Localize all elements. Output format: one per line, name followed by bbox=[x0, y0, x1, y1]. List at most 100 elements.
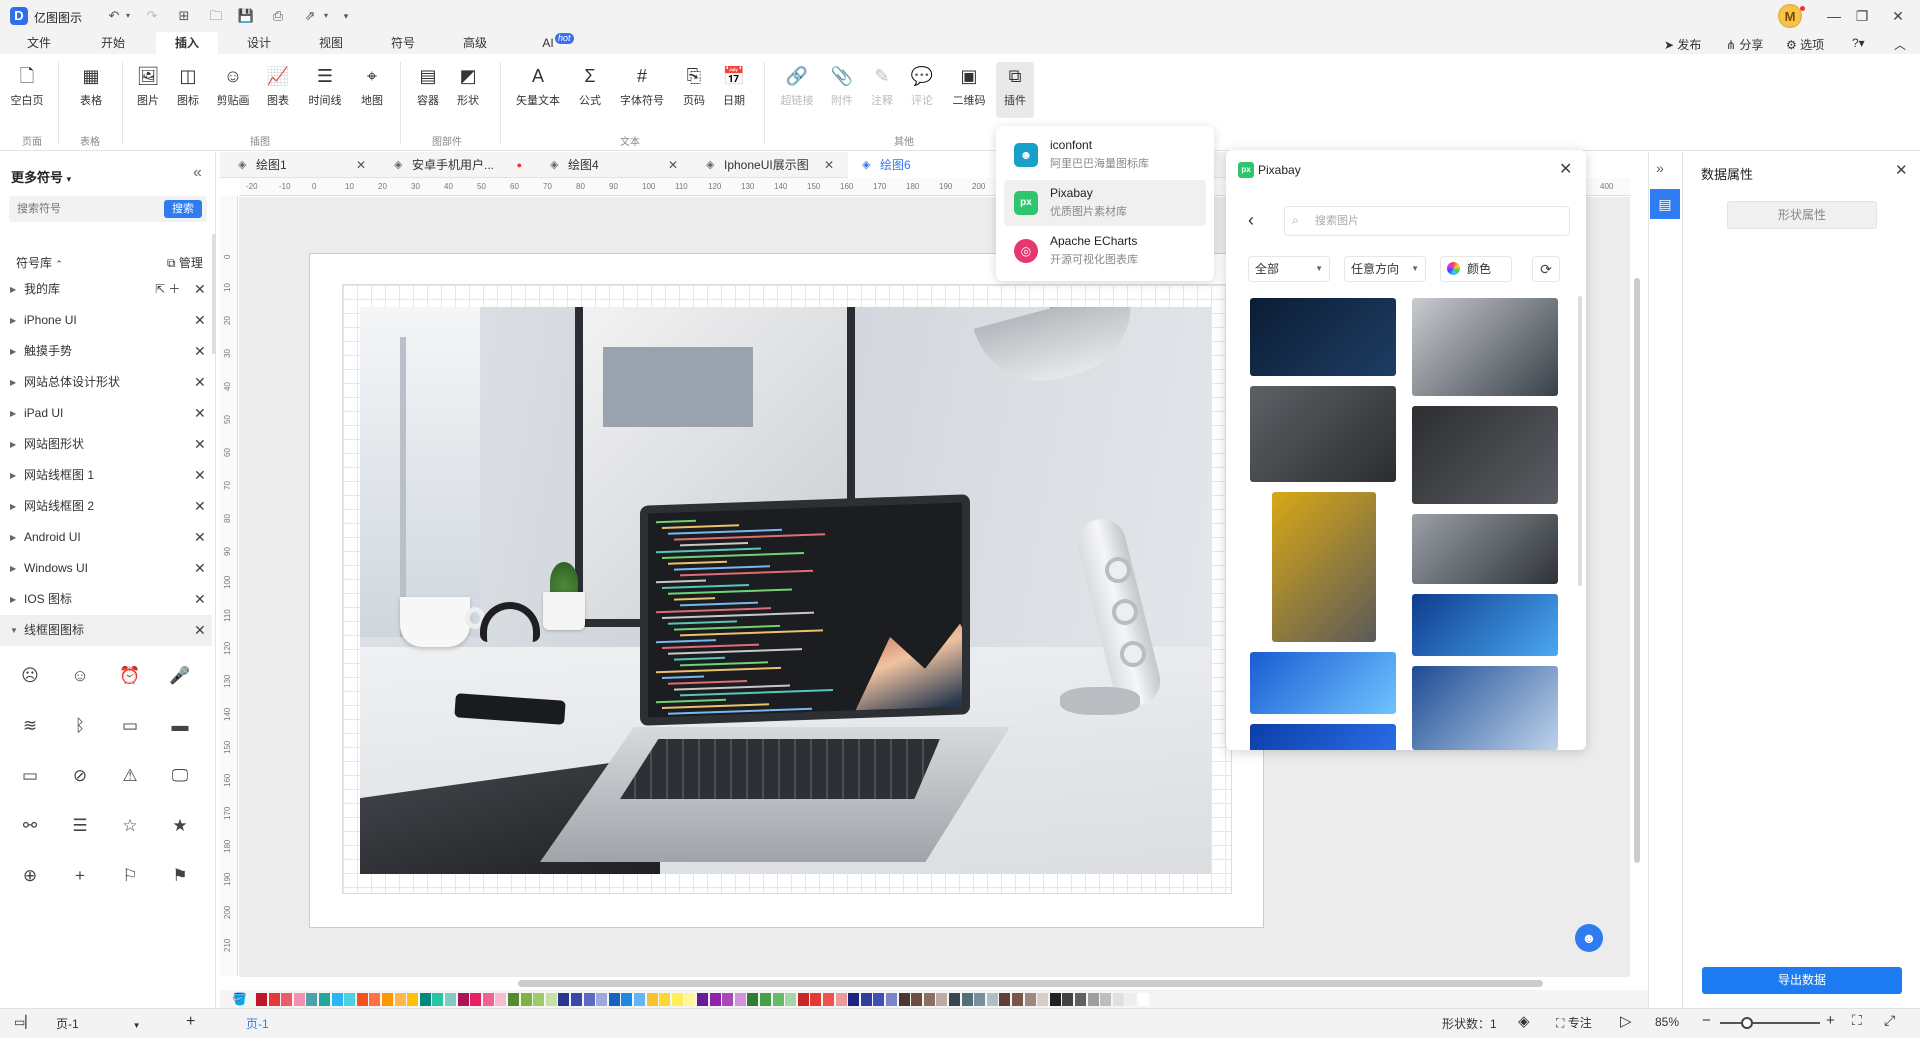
plugin-item-pixabay[interactable]: px Pixabay 优质图片素材库 bbox=[1004, 180, 1206, 226]
fit-page-icon[interactable]: ⛶ bbox=[1852, 1012, 1862, 1029]
close-icon[interactable]: ✕ bbox=[194, 584, 206, 615]
close-icon[interactable]: ✕ bbox=[194, 367, 206, 398]
color-swatch[interactable] bbox=[659, 993, 671, 1006]
library-item[interactable]: ▶ 网站线框图 1 ✕ bbox=[0, 460, 212, 491]
tab-design[interactable]: 设计 bbox=[238, 32, 280, 54]
close-icon[interactable]: ✕ bbox=[356, 152, 366, 178]
color-swatch[interactable] bbox=[583, 993, 595, 1006]
color-swatch[interactable] bbox=[1037, 993, 1049, 1006]
doc-tab[interactable]: ◈ IphoneUI展示图 ✕ bbox=[692, 152, 842, 178]
close-icon[interactable]: ✕ bbox=[194, 491, 206, 522]
close-icon[interactable]: ✕ bbox=[194, 305, 206, 336]
close-icon[interactable]: ✕ bbox=[194, 553, 206, 584]
page-layout-icon[interactable]: ▭▏ bbox=[14, 1015, 35, 1029]
color-swatch[interactable] bbox=[697, 993, 708, 1006]
ribbon-plugin-button[interactable]: ⧉ 插件 bbox=[996, 62, 1034, 118]
ribbon-formula-button[interactable]: Σ 公式 bbox=[574, 64, 606, 108]
color-swatch[interactable] bbox=[898, 993, 910, 1006]
close-icon[interactable]: ✕ bbox=[194, 522, 206, 553]
close-icon[interactable]: ✕ bbox=[194, 460, 206, 491]
star-outline-icon[interactable]: ☆ bbox=[118, 814, 142, 838]
color-swatch[interactable] bbox=[608, 993, 620, 1006]
doc-tab[interactable]: ◈ 安卓手机用户... ● bbox=[380, 152, 530, 178]
thumbnail-laptop-phone-gray[interactable] bbox=[1250, 386, 1396, 482]
play-icon[interactable]: ▷ bbox=[1620, 1012, 1632, 1030]
color-swatch[interactable] bbox=[281, 993, 293, 1006]
ribbon-map-button[interactable]: ⌖ 地图 bbox=[356, 64, 388, 108]
zoom-slider-handle[interactable] bbox=[1741, 1017, 1753, 1029]
color-swatch[interactable] bbox=[873, 993, 885, 1006]
color-swatch[interactable] bbox=[785, 993, 797, 1006]
color-swatch[interactable] bbox=[1075, 993, 1086, 1006]
color-swatch[interactable] bbox=[835, 993, 847, 1006]
color-swatch[interactable] bbox=[860, 993, 872, 1006]
ribbon-hyperlink-button[interactable]: 🔗 超链接 bbox=[776, 64, 818, 108]
color-swatch[interactable] bbox=[1100, 993, 1112, 1006]
list-icon[interactable]: ☰ bbox=[68, 814, 92, 838]
flag-filled-icon[interactable]: ⚑ bbox=[168, 864, 192, 888]
color-swatch[interactable] bbox=[268, 993, 280, 1006]
frown-icon[interactable]: ☹ bbox=[18, 664, 42, 688]
zoom-in-icon[interactable]: + bbox=[1826, 1012, 1835, 1029]
color-swatch[interactable] bbox=[1012, 993, 1023, 1006]
manage-library-button[interactable]: ⧉ 管理 bbox=[167, 254, 203, 271]
library-item[interactable]: ▶ iPad UI ✕ bbox=[0, 398, 212, 429]
color-swatch[interactable] bbox=[407, 993, 419, 1006]
flag-outline-icon[interactable]: ⚐ bbox=[118, 864, 142, 888]
thumbnail-blue-abstract[interactable] bbox=[1250, 724, 1396, 750]
doc-tab[interactable]: ◈ 绘图1 ✕ bbox=[224, 152, 374, 178]
library-item[interactable]: ▶ Windows UI ✕ bbox=[0, 553, 212, 584]
color-swatch[interactable] bbox=[760, 993, 771, 1006]
thumbnail-laptop-desk[interactable] bbox=[1412, 298, 1558, 396]
battery-full-icon[interactable]: ▬ bbox=[168, 714, 192, 738]
avatar[interactable]: M bbox=[1778, 4, 1802, 28]
color-swatch[interactable] bbox=[394, 993, 406, 1006]
color-swatch[interactable] bbox=[810, 993, 822, 1006]
add-page-icon[interactable]: + bbox=[186, 1013, 195, 1031]
ribbon-chart-button[interactable]: 📈 图表 bbox=[262, 64, 294, 108]
ribbon-vector-text-button[interactable]: A 矢量文本 bbox=[512, 64, 564, 108]
color-swatch[interactable] bbox=[734, 993, 746, 1006]
export-data-button[interactable]: 导出数据 bbox=[1702, 967, 1902, 994]
close-icon[interactable]: ✕ bbox=[194, 336, 206, 367]
pixabay-scrollbar[interactable] bbox=[1578, 296, 1582, 586]
expand-panel-icon[interactable]: » bbox=[1656, 160, 1664, 176]
open-folder-icon[interactable]: 🗀 bbox=[206, 6, 226, 26]
add-icon[interactable]: ＋ bbox=[168, 282, 180, 296]
share-button[interactable]: ⋔ 分享 bbox=[1726, 36, 1763, 53]
thumbnail-dark-cubes[interactable] bbox=[1250, 298, 1396, 376]
star-filled-icon[interactable]: ★ bbox=[168, 814, 192, 838]
color-swatch[interactable] bbox=[369, 993, 381, 1006]
color-swatch[interactable] bbox=[848, 993, 860, 1006]
color-swatch[interactable] bbox=[520, 993, 532, 1006]
warning-icon[interactable]: ⚠ bbox=[118, 764, 142, 788]
library-item[interactable]: ▶ 网站总体设计形状 ✕ bbox=[0, 367, 212, 398]
thumbnail-building-blue[interactable] bbox=[1412, 666, 1558, 750]
import-icon[interactable]: ⇱ bbox=[155, 282, 165, 296]
color-swatch[interactable] bbox=[596, 993, 608, 1006]
ribbon-attachment-button[interactable]: 📎 附件 bbox=[826, 64, 858, 108]
ribbon-page-number-button[interactable]: ⎘ 页码 bbox=[678, 64, 710, 108]
refresh-icon[interactable]: ⟳ bbox=[1532, 256, 1560, 282]
plugin-item-echarts[interactable]: ◎ Apache ECharts 开源可视化图表库 bbox=[1004, 228, 1206, 274]
color-swatch[interactable] bbox=[533, 993, 545, 1006]
color-swatch[interactable] bbox=[508, 993, 519, 1006]
ribbon-annotation-button[interactable]: ✎ 注释 bbox=[866, 64, 898, 108]
unsaved-dot-icon[interactable]: ● bbox=[517, 152, 522, 178]
ribbon-qrcode-button[interactable]: ▣ 二维码 bbox=[948, 64, 990, 108]
color-swatch[interactable] bbox=[1087, 993, 1099, 1006]
close-icon[interactable]: ✕ bbox=[194, 429, 206, 460]
ribbon-table-button[interactable]: ▦ 表格 bbox=[74, 64, 108, 108]
library-item[interactable]: ▶ 我的库 ⇱ ＋ ✕ bbox=[0, 274, 212, 305]
tab-symbol[interactable]: 符号 bbox=[382, 32, 424, 54]
color-swatch[interactable] bbox=[382, 993, 393, 1006]
save-icon[interactable]: 💾 bbox=[236, 6, 256, 26]
export-dropdown-icon[interactable]: ▾ bbox=[316, 6, 336, 26]
category-dropdown[interactable]: 全部 ▼ bbox=[1248, 256, 1330, 282]
fill-bucket-icon[interactable]: 🪣 bbox=[232, 992, 247, 1006]
battery-charging-icon[interactable]: ▭ bbox=[118, 714, 142, 738]
close-icon[interactable]: ✕ bbox=[194, 274, 206, 305]
color-swatch[interactable] bbox=[797, 993, 809, 1006]
maximize-icon[interactable]: ❐ bbox=[1850, 5, 1874, 27]
library-item-active[interactable]: ▼ 线框图图标 ✕ bbox=[0, 615, 212, 646]
